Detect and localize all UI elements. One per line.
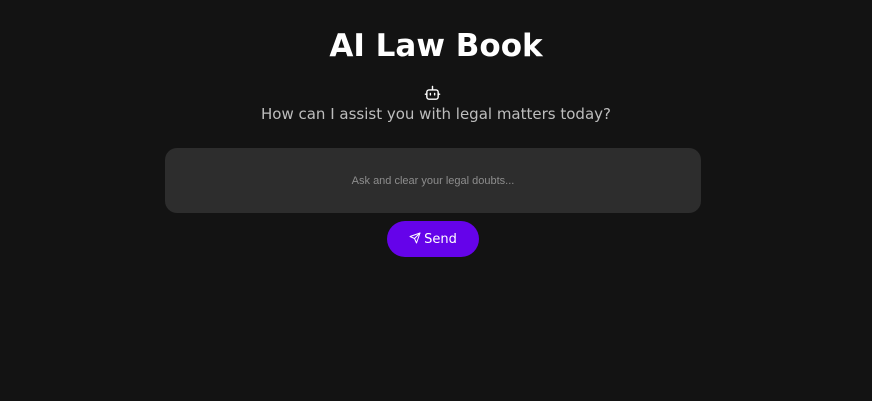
- page-title: AI Law Book: [329, 28, 543, 64]
- send-button[interactable]: Send: [387, 221, 479, 257]
- send-icon: [409, 232, 421, 244]
- robot-icon: [424, 85, 441, 100]
- legal-question-input[interactable]: [165, 148, 701, 213]
- chat-page: AI Law Book How can I assist you with le…: [0, 0, 872, 401]
- page-subtitle: How can I assist you with legal matters …: [261, 105, 611, 123]
- send-button-label: Send: [424, 231, 457, 247]
